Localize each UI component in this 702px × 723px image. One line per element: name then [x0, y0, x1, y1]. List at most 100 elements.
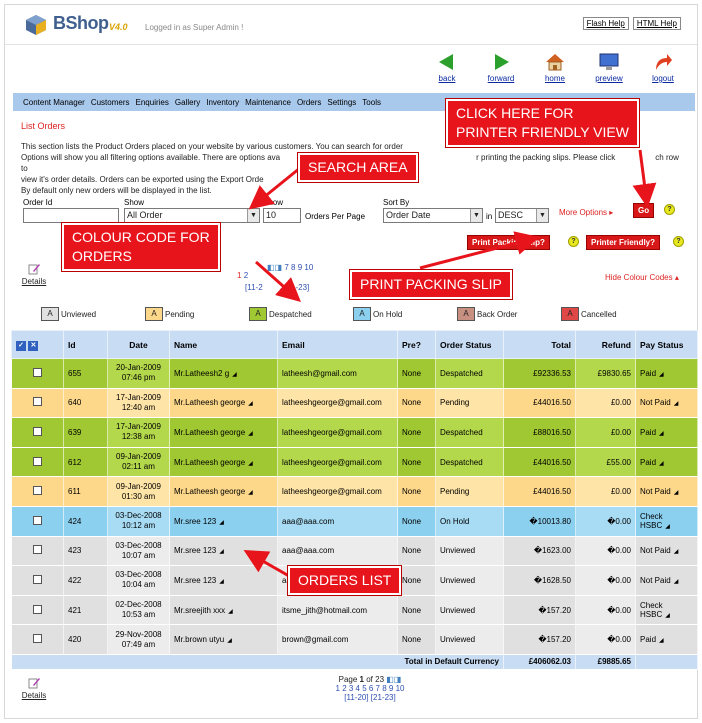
row-checkbox[interactable] — [11, 388, 64, 419]
select-all-header[interactable]: ✓ ✕ — [11, 330, 64, 359]
customer-name[interactable]: Mr.sree 123 ◢ — [169, 506, 278, 537]
preview-button[interactable]: preview — [591, 51, 627, 83]
col-refund[interactable]: Refund — [575, 330, 636, 359]
customer-email: itsme_jith@hotmail.com — [277, 595, 398, 626]
go-button[interactable]: Go — [633, 203, 655, 218]
table-row[interactable]: 611 09-Jan-2009 01:30 am Mr.Latheesh george… — [11, 476, 698, 507]
show-select[interactable]: All Order ▼ — [124, 208, 260, 223]
col-date[interactable]: Date — [107, 330, 170, 359]
customer-name[interactable]: Mr.Latheesh george ◢ — [169, 476, 278, 507]
pay-status[interactable]: Paid ◢ — [635, 358, 698, 389]
col-total[interactable]: Total — [503, 330, 576, 359]
forward-button[interactable]: forward — [483, 51, 519, 83]
row-checkbox[interactable] — [11, 565, 64, 596]
pay-status[interactable]: Paid ◢ — [635, 447, 698, 478]
menu-orders[interactable]: Orders — [297, 98, 321, 107]
check-all-icon[interactable]: ✓ — [16, 340, 26, 351]
print-packing-slip-button[interactable]: Print Packing Slip? — [467, 235, 550, 250]
pager-top-pages[interactable]: 7 8 9 10 — [284, 263, 313, 272]
col-pre[interactable]: Pre? — [397, 330, 436, 359]
row-checkbox[interactable] — [11, 506, 64, 537]
html-help-link[interactable]: HTML Help — [632, 17, 681, 30]
print-slip-help-icon[interactable]: ? — [568, 236, 579, 247]
col-email[interactable]: Email — [277, 330, 398, 359]
details-bottom[interactable]: Details — [19, 677, 49, 700]
home-button[interactable]: home — [537, 51, 573, 83]
customer-name[interactable]: Mr.sree 123 ◢ — [169, 536, 278, 567]
pager-top-ranges-left[interactable]: [11-2 — [245, 283, 263, 292]
uncheck-all-icon[interactable]: ✕ — [28, 340, 39, 351]
pager-nav-icons[interactable]: ◧◨ — [386, 675, 401, 684]
col-id[interactable]: Id — [63, 330, 108, 359]
order-id: 640 — [63, 388, 108, 419]
customer-email: latheeshgeorge@gmail.com — [277, 447, 398, 478]
row-checkbox[interactable] — [11, 624, 64, 655]
more-options-link[interactable]: More Options ▸ — [559, 208, 613, 217]
menu-customers[interactable]: Customers — [91, 98, 130, 107]
customer-name[interactable]: Mr.Latheesh george ◢ — [169, 388, 278, 419]
table-row[interactable]: 421 02-Dec-2008 10:53 am Mr.sreejith xxx ◢ it… — [11, 595, 698, 626]
table-row[interactable]: 640 17-Jan-2009 12:40 am Mr.Latheesh george… — [11, 388, 698, 419]
go-help-icon[interactable]: ? — [664, 204, 675, 215]
details-top[interactable]: Details — [19, 263, 49, 286]
pager-top-first[interactable]: 1 2 — [237, 271, 248, 280]
row-checkbox[interactable] — [11, 447, 64, 478]
order-date: 17-Jan-2009 12:40 am — [107, 388, 170, 419]
per-page-input[interactable]: 10 — [263, 208, 301, 223]
menu-tools[interactable]: Tools — [362, 98, 381, 107]
order-date: 09-Jan-2009 01:30 am — [107, 476, 170, 507]
pay-status[interactable]: Check HSBC ◢ — [635, 595, 698, 626]
sort-direction-select[interactable]: DESC ▼ — [495, 208, 549, 223]
pay-status[interactable]: Not Paid ◢ — [635, 476, 698, 507]
row-checkbox[interactable] — [11, 595, 64, 626]
logout-button[interactable]: logout — [645, 51, 681, 83]
sort-by-select[interactable]: Order Date ▼ — [383, 208, 483, 223]
col-order-status[interactable]: Order Status — [435, 330, 504, 359]
table-row[interactable]: 423 03-Dec-2008 10:07 am Mr.sree 123 ◢ aaa@aa… — [11, 536, 698, 567]
pay-status[interactable]: Paid ◢ — [635, 624, 698, 655]
customer-name[interactable]: Mr.sree 123 ◢ — [169, 565, 278, 596]
customer-name[interactable]: Mr.Latheesh2 g ◢ — [169, 358, 278, 389]
row-checkbox[interactable] — [11, 417, 64, 448]
customer-name[interactable]: Mr.Latheesh george ◢ — [169, 447, 278, 478]
customer-name[interactable]: Mr.sreejith xxx ◢ — [169, 595, 278, 626]
menu-maintenance[interactable]: Maintenance — [245, 98, 291, 107]
table-row[interactable]: 612 09-Jan-2009 02:11 am Mr.Latheesh george… — [11, 447, 698, 478]
col-name[interactable]: Name — [169, 330, 278, 359]
menu-enquiries[interactable]: Enquiries — [136, 98, 169, 107]
menu-gallery[interactable]: Gallery — [175, 98, 200, 107]
table-row[interactable]: 639 17-Jan-2009 12:38 am Mr.Latheesh george… — [11, 417, 698, 448]
customer-email: aaa@aaa.com — [277, 506, 398, 537]
app-name: BShop — [53, 13, 109, 33]
printer-friendly-help-icon[interactable]: ? — [673, 236, 684, 247]
order-id-input[interactable] — [23, 208, 119, 223]
menu-content-manager[interactable]: Content Manager — [23, 98, 85, 107]
order-id: 420 — [63, 624, 108, 655]
flash-help-link[interactable]: Flash Help — [582, 17, 629, 30]
back-button[interactable]: back — [429, 51, 465, 83]
pay-status[interactable]: Not Paid ◢ — [635, 388, 698, 419]
pay-status[interactable]: Not Paid ◢ — [635, 536, 698, 567]
pay-status[interactable]: Not Paid ◢ — [635, 565, 698, 596]
pager-bottom-pages[interactable]: 1 2 3 4 5 6 7 8 9 10 — [305, 684, 435, 693]
pager-nav-icons[interactable]: ◧◨ — [267, 263, 282, 272]
table-row[interactable]: 655 20-Jan-2009 07:46 pm Mr.Latheesh2 g ◢ lat… — [11, 358, 698, 389]
printer-friendly-button[interactable]: Printer Friendly? — [586, 235, 661, 250]
menu-inventory[interactable]: Inventory — [206, 98, 239, 107]
hide-colour-codes-link[interactable]: Hide Colour Codes ▴ — [605, 273, 679, 282]
pager-bottom-ranges[interactable]: [11-20] [21-23] — [305, 693, 435, 702]
col-pay-status[interactable]: Pay Status — [635, 330, 698, 359]
pay-status[interactable]: Check HSBC ◢ — [635, 506, 698, 537]
row-checkbox[interactable] — [11, 358, 64, 389]
customer-name[interactable]: Mr.Latheesh george ◢ — [169, 417, 278, 448]
pay-status[interactable]: Paid ◢ — [635, 417, 698, 448]
table-row[interactable]: 424 03-Dec-2008 10:12 am Mr.sree 123 ◢ aaa@aa… — [11, 506, 698, 537]
row-checkbox[interactable] — [11, 476, 64, 507]
customer-name[interactable]: Mr.brown utyu ◢ — [169, 624, 278, 655]
row-checkbox[interactable] — [11, 536, 64, 567]
pager-top-ranges-right[interactable]: 1-23] — [291, 283, 309, 292]
order-refund: £0.00 — [575, 417, 636, 448]
menu-settings[interactable]: Settings — [327, 98, 356, 107]
logged-in-status: Logged in as Super Admin ! — [145, 23, 244, 32]
table-row[interactable]: 420 29-Nov-2008 07:49 am Mr.brown utyu ◢ brow… — [11, 624, 698, 655]
